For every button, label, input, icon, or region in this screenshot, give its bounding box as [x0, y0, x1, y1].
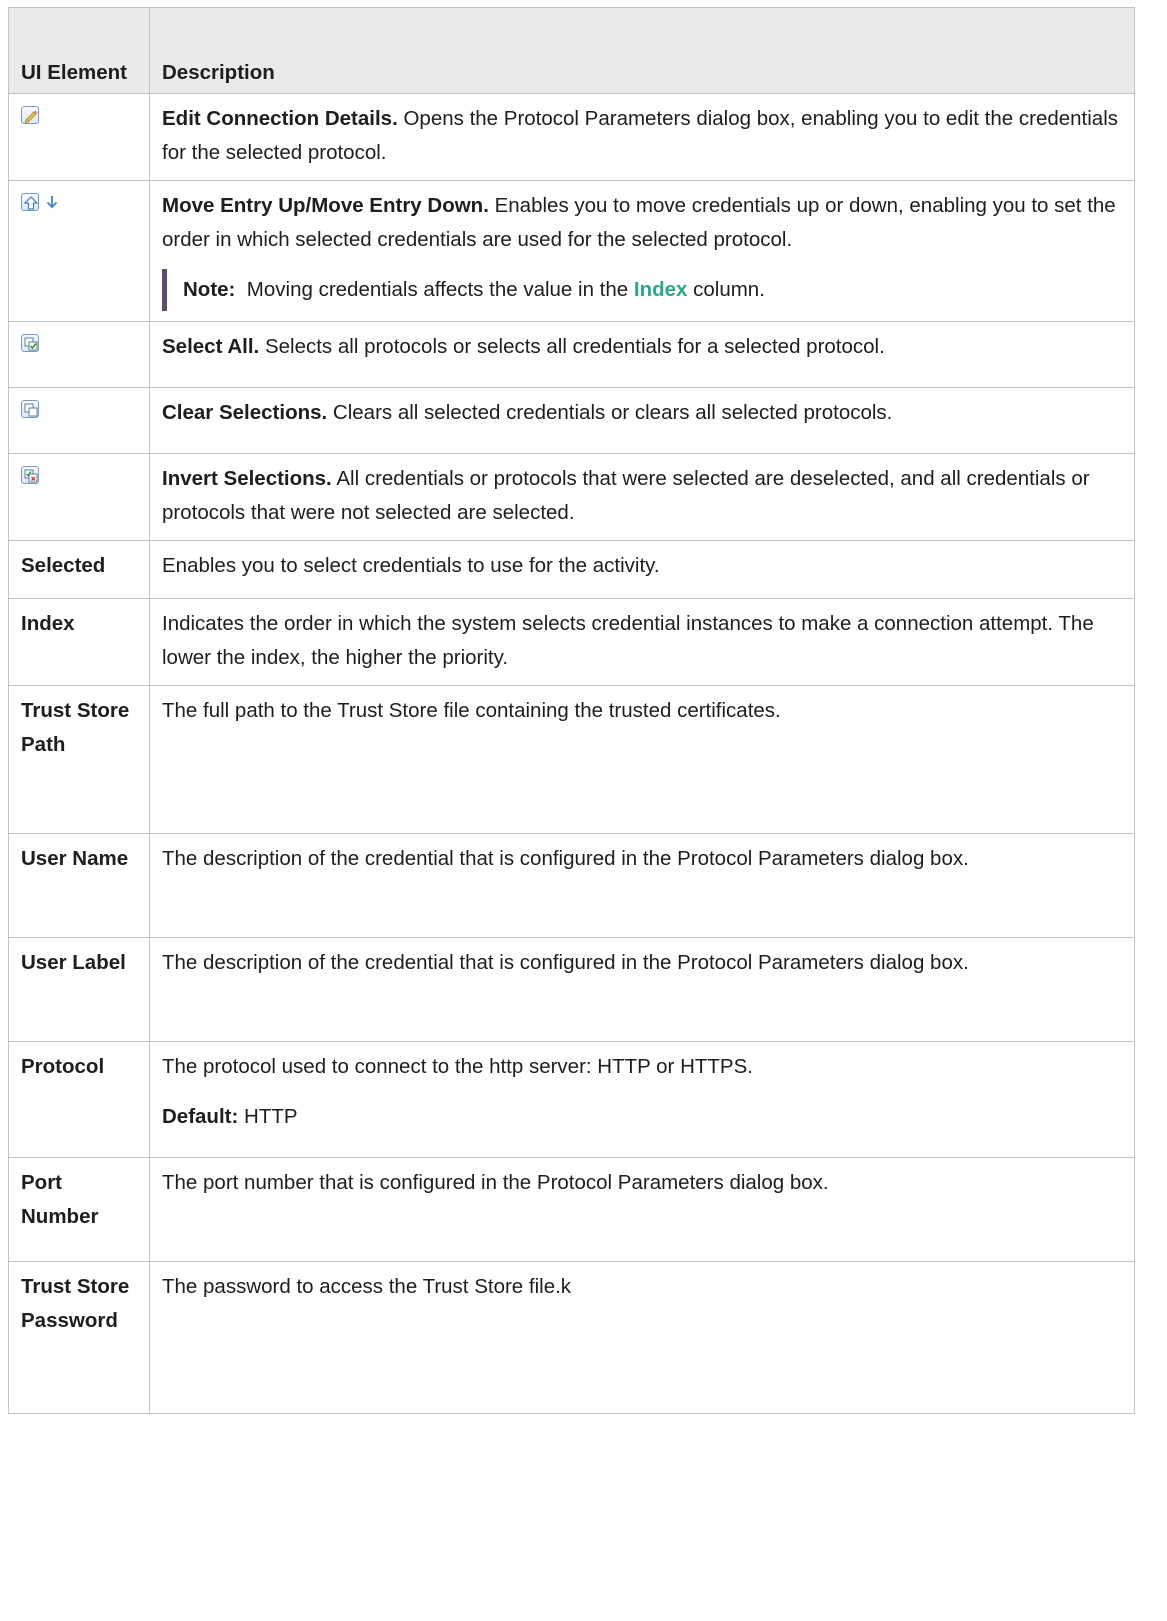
ui-element-label: Selected	[8, 540, 150, 599]
table-row: User Name The description of the credent…	[8, 833, 1135, 938]
ui-element-cell	[8, 453, 150, 541]
description-cell: The port number that is configured in th…	[149, 1157, 1135, 1262]
ui-element-label: Trust Store Password	[8, 1261, 150, 1414]
table-header-row: UI Element Description	[8, 7, 1135, 94]
table-row: Trust Store Password The password to acc…	[8, 1261, 1135, 1414]
ui-element-label: Trust Store Path	[8, 685, 150, 834]
row-text: Selects all protocols or selects all cre…	[264, 335, 885, 358]
select-all-icon	[21, 334, 39, 352]
row-title: Clear Selections.	[162, 401, 328, 424]
ui-element-cell	[8, 180, 150, 322]
description-cell: Invert Selections. All credentials or pr…	[149, 453, 1135, 541]
ui-element-label: Index	[8, 598, 150, 686]
table-row: Invert Selections. All credentials or pr…	[8, 453, 1135, 541]
note-label: Note:	[183, 278, 236, 301]
description-cell: The password to access the Trust Store f…	[149, 1261, 1135, 1414]
note-text: Moving credentials affects the value in …	[246, 278, 629, 301]
pencil-edit-icon	[21, 106, 39, 124]
description-cell: Select All. Selects all protocols or sel…	[149, 321, 1135, 388]
table-row: Clear Selections. Clears all selected cr…	[8, 387, 1135, 454]
ui-elements-table: UI Element Description Edit Connection D…	[8, 7, 1135, 1414]
default-value: HTTP	[244, 1105, 298, 1128]
description-cell: The description of the credential that i…	[149, 833, 1135, 938]
row-title: Select All.	[162, 335, 260, 358]
ui-element-label: Protocol	[8, 1041, 150, 1158]
description-cell: The protocol used to connect to the http…	[149, 1041, 1135, 1158]
row-title: Invert Selections.	[162, 467, 332, 490]
table-row: Protocol The protocol used to connect to…	[8, 1041, 1135, 1158]
ui-element-cell	[8, 321, 150, 388]
description-cell: The full path to the Trust Store file co…	[149, 685, 1135, 834]
index-link[interactable]: Index	[634, 278, 688, 301]
description-cell: Move Entry Up/Move Entry Down. Enables y…	[149, 180, 1135, 322]
ui-element-label: User Label	[8, 937, 150, 1042]
move-up-icon	[21, 193, 39, 211]
row-text: Clears all selected credentials or clear…	[332, 401, 893, 424]
table-row: Selected Enables you to select credentia…	[8, 540, 1135, 599]
header-ui-element: UI Element	[8, 7, 150, 94]
table-row: Index Indicates the order in which the s…	[8, 598, 1135, 686]
table-row: Edit Connection Details. Opens the Proto…	[8, 93, 1135, 181]
invert-selections-icon	[21, 466, 39, 484]
note-text-after: column.	[693, 278, 765, 301]
description-cell: Indicates the order in which the system …	[149, 598, 1135, 686]
description-cell: The description of the credential that i…	[149, 937, 1135, 1042]
table-row: Select All. Selects all protocols or sel…	[8, 321, 1135, 388]
row-title: Edit Connection Details.	[162, 107, 398, 130]
table-row: Move Entry Up/Move Entry Down. Enables y…	[8, 180, 1135, 322]
description-cell: Enables you to select credentials to use…	[149, 540, 1135, 599]
table-row: Trust Store Path The full path to the Tr…	[8, 685, 1135, 834]
table-row: Port Number The port number that is conf…	[8, 1157, 1135, 1262]
row-title: Move Entry Up/Move Entry Down.	[162, 194, 489, 217]
ui-element-cell	[8, 93, 150, 181]
note-block: Note: Moving credentials affects the val…	[162, 269, 1122, 311]
move-down-icon	[46, 196, 58, 209]
ui-element-label: User Name	[8, 833, 150, 938]
clear-selections-icon	[21, 400, 39, 418]
default-label: Default:	[162, 1105, 239, 1128]
row-text: The protocol used to connect to the http…	[162, 1055, 753, 1078]
description-cell: Clear Selections. Clears all selected cr…	[149, 387, 1135, 454]
header-description: Description	[149, 7, 1135, 94]
description-cell: Edit Connection Details. Opens the Proto…	[149, 93, 1135, 181]
ui-element-cell	[8, 387, 150, 454]
ui-element-label: Port Number	[8, 1157, 150, 1262]
table-row: User Label The description of the creden…	[8, 937, 1135, 1042]
